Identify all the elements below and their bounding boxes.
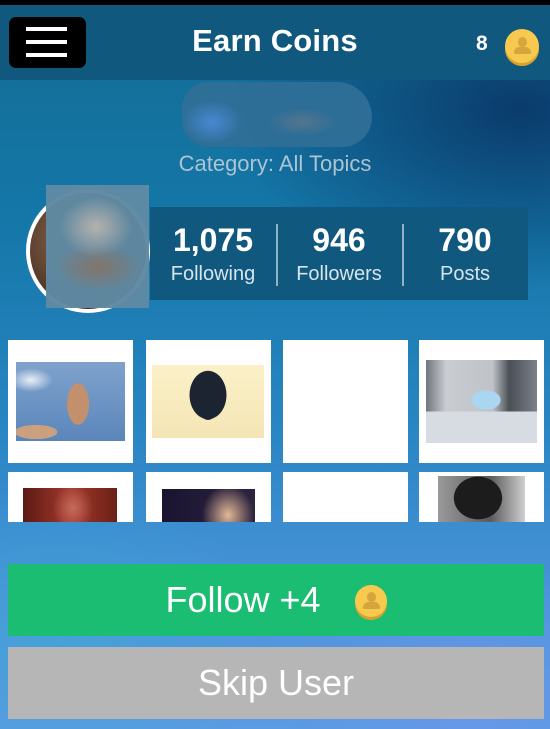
stat-value: 790 (438, 222, 492, 258)
stat-value: 946 (312, 222, 366, 258)
post-tile[interactable] (146, 340, 271, 463)
category-label: Category: All Topics (178, 151, 372, 176)
post-tile[interactable] (283, 472, 408, 522)
posts-grid (8, 340, 544, 522)
coin-icon (354, 585, 387, 617)
post-tile[interactable] (419, 472, 544, 522)
page-title: Earn Coins (192, 23, 358, 58)
person-with-camera-photo (152, 365, 264, 438)
blank-photo (283, 340, 408, 463)
app-bar: Earn Coins 8 (0, 5, 550, 80)
avatar-blur-overlay (46, 185, 149, 308)
hand-against-sky-photo (16, 362, 125, 441)
profile-stats: 1,075 Following 946 Followers 790 Posts (150, 207, 528, 300)
stat-label: Followers (296, 263, 382, 285)
face-closeup-photo (162, 489, 255, 522)
stat-label: Following (170, 263, 256, 285)
coin-balance: 8 (476, 32, 488, 55)
post-tile[interactable] (8, 472, 133, 522)
follow-label: Follow +4 (165, 579, 321, 620)
skip-label: Skip User (197, 662, 355, 703)
red-selfie-photo (23, 488, 117, 522)
stat-label: Posts (439, 263, 491, 285)
piano-outdoors-photo (426, 360, 537, 443)
follow-button[interactable]: Follow +4 (8, 564, 544, 636)
coin-icon (505, 29, 539, 63)
curly-hair-photo (438, 476, 525, 522)
username-blurred (182, 82, 372, 147)
post-tile[interactable] (146, 472, 271, 522)
post-tile[interactable] (419, 340, 544, 463)
post-tile[interactable] (8, 340, 133, 463)
stat-value: 1,075 (172, 222, 254, 258)
skip-user-button[interactable]: Skip User (8, 647, 544, 719)
post-tile[interactable] (283, 340, 408, 463)
stat-following: 1,075 Following (150, 207, 276, 300)
stat-posts: 790 Posts (402, 207, 528, 300)
stat-followers: 946 Followers (276, 207, 402, 300)
blank-photo (283, 472, 408, 522)
